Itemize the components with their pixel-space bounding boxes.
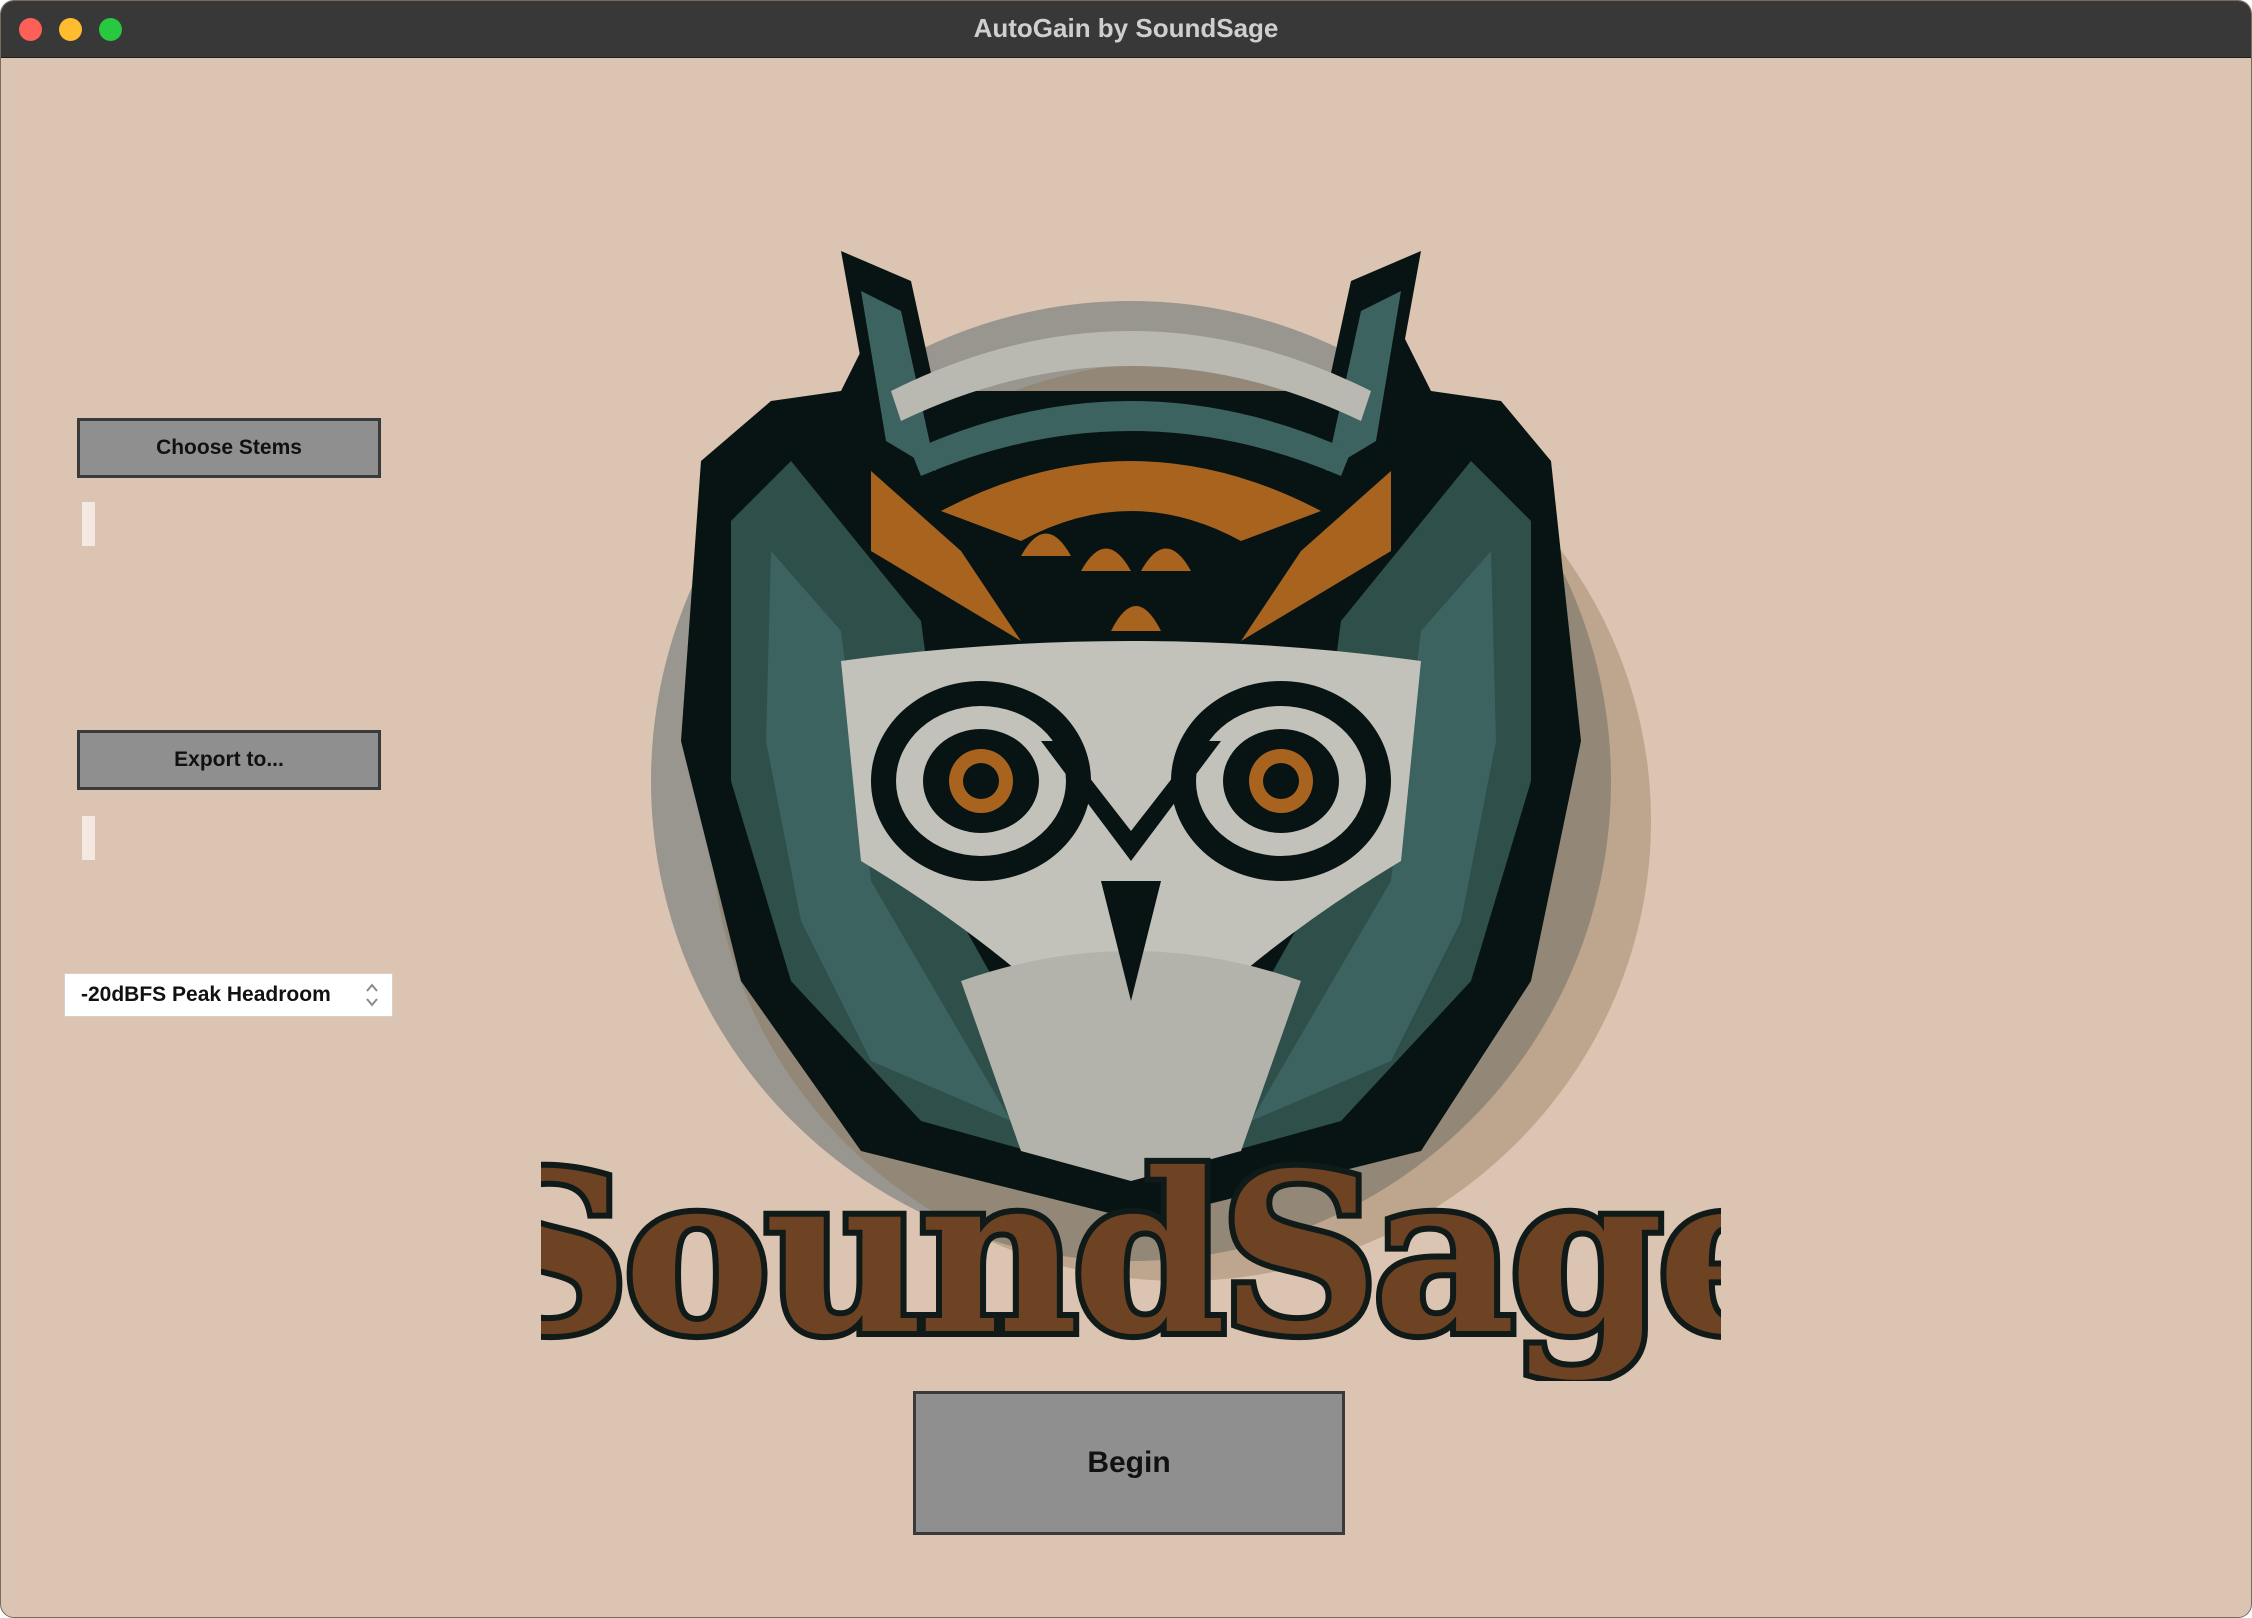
begin-button[interactable]: Begin bbox=[913, 1391, 1345, 1535]
headroom-select[interactable]: -20dBFS Peak Headroom bbox=[64, 973, 393, 1017]
logo-wordmark: SoundSage bbox=[541, 1124, 1721, 1381]
app-window: AutoGain by SoundSage Choose Stems Expor… bbox=[0, 0, 2252, 1618]
chevron-up-down-icon bbox=[366, 983, 378, 1007]
export-path-display bbox=[82, 816, 95, 860]
owl-logo-icon: SoundSage bbox=[465, 251, 1803, 1389]
export-to-button[interactable]: Export to... bbox=[77, 730, 381, 790]
title-bar[interactable]: AutoGain by SoundSage bbox=[1, 1, 2251, 58]
choose-stems-button[interactable]: Choose Stems bbox=[77, 418, 381, 478]
soundsage-logo: SoundSage bbox=[465, 221, 1803, 1389]
headroom-selected-value: -20dBFS Peak Headroom bbox=[81, 983, 331, 1006]
stems-path-display bbox=[82, 502, 95, 546]
window-title: AutoGain by SoundSage bbox=[973, 13, 1279, 43]
